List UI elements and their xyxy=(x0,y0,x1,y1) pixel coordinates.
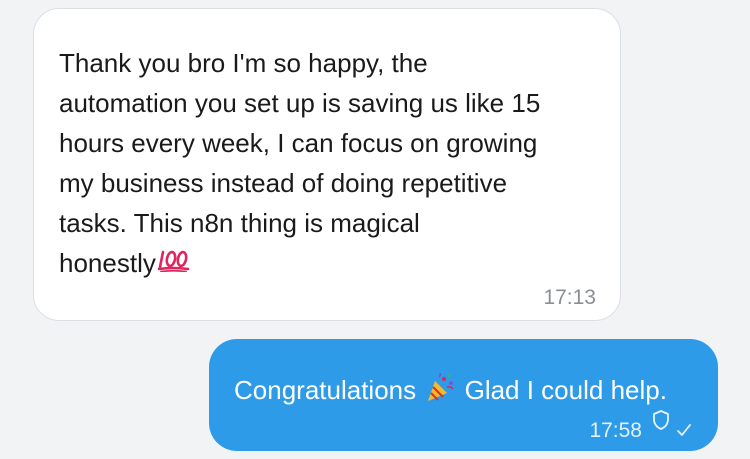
outgoing-message-bubble[interactable]: Congratulations Glad I could help. 17:58 xyxy=(209,339,718,451)
party-popper-icon xyxy=(425,372,455,411)
outgoing-message-meta: 17:58 xyxy=(589,410,692,444)
incoming-message-time: 17:13 xyxy=(543,286,596,309)
hundred-points-icon xyxy=(157,243,191,283)
outgoing-message-text: Congratulations Glad I could help. xyxy=(234,372,667,411)
outgoing-text-part-1: Congratulations xyxy=(234,375,417,405)
shield-icon xyxy=(652,409,670,436)
outgoing-text-part-2: Glad I could help. xyxy=(464,375,667,405)
chat-message-area: Thank you bro I'm so happy, the automati… xyxy=(0,0,750,459)
outgoing-message-time: 17:58 xyxy=(589,419,642,442)
incoming-message-text: Thank you bro I'm so happy, the automati… xyxy=(59,43,599,283)
single-check-icon xyxy=(676,423,692,442)
incoming-message-body: Thank you bro I'm so happy, the automati… xyxy=(59,48,541,278)
incoming-message-bubble[interactable]: Thank you bro I'm so happy, the automati… xyxy=(33,8,621,321)
